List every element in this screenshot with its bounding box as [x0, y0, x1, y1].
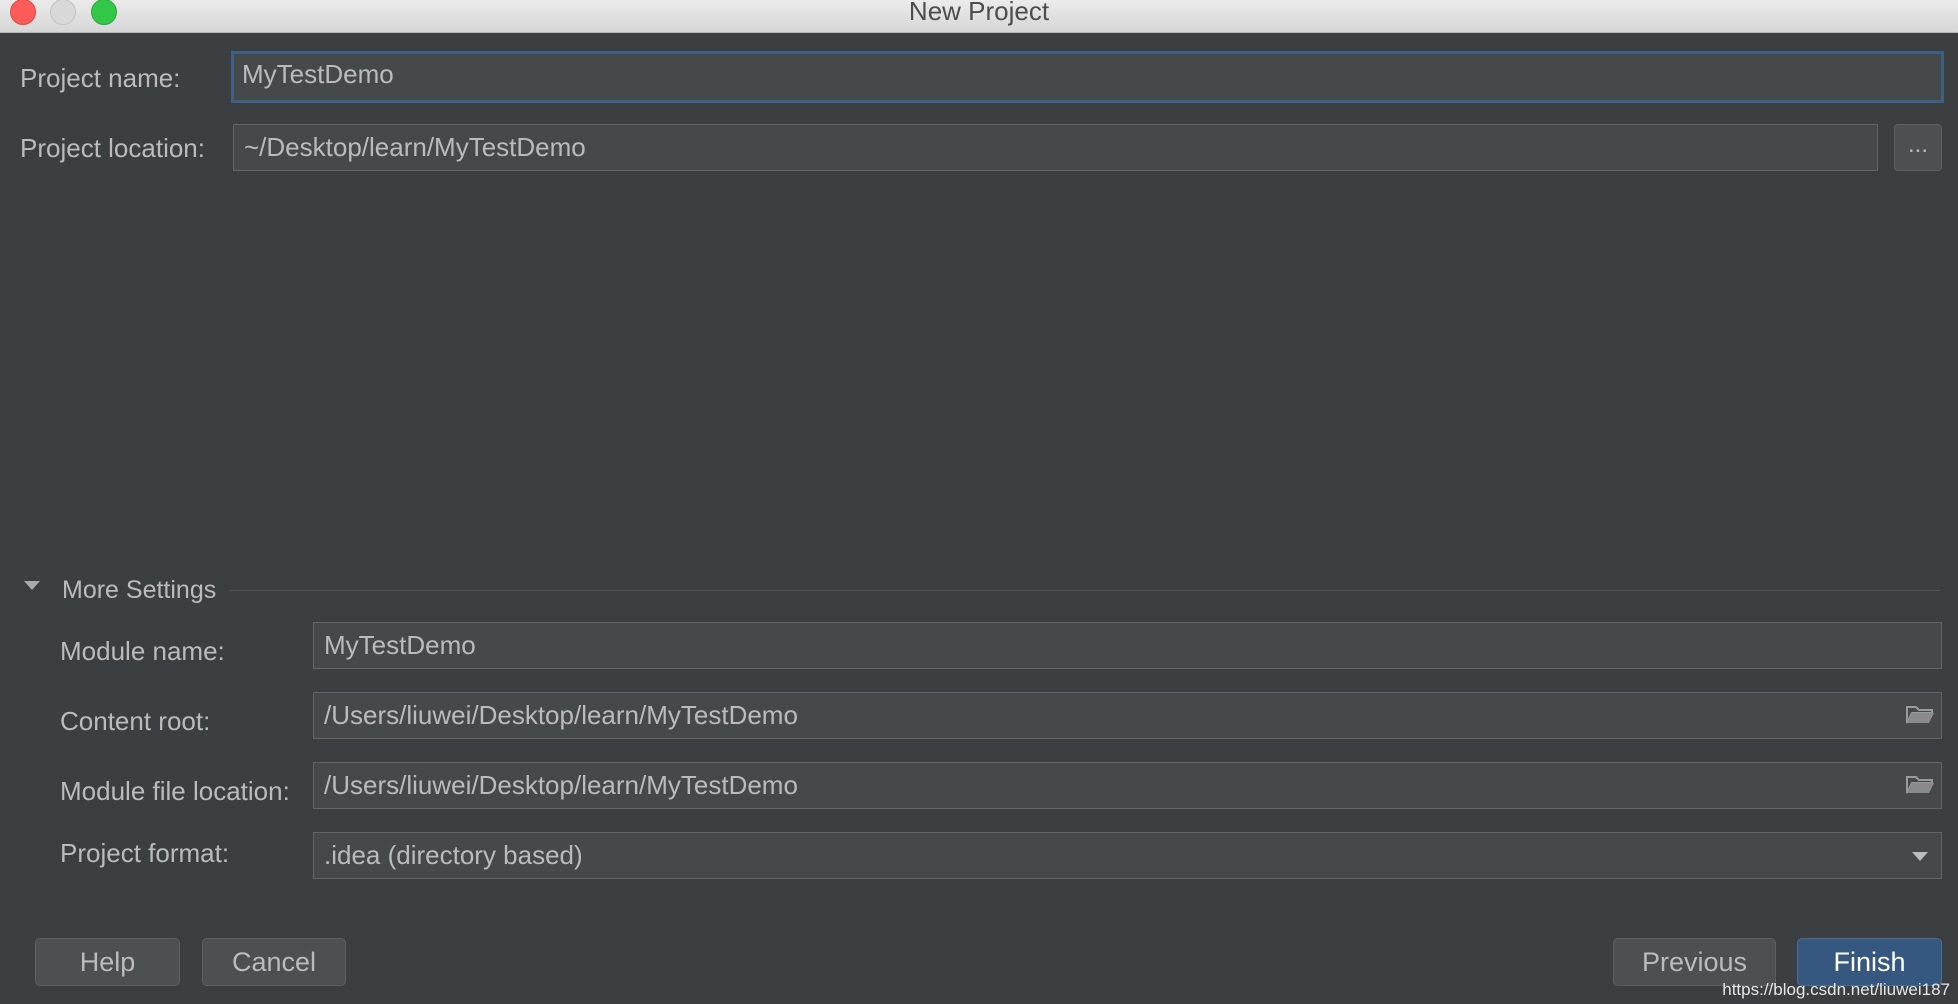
project-location-input[interactable]: ~/Desktop/learn/MyTestDemo — [233, 124, 1878, 171]
project-location-label: Project location: — [20, 133, 205, 163]
module-name-label: Module name: — [60, 636, 225, 666]
window-title: New Project — [908, 0, 1050, 26]
watermark: https://blog.csdn.net/liuwei187 — [1722, 980, 1950, 999]
project-name-input[interactable]: MyTestDemo — [231, 51, 1944, 103]
folder-icon[interactable] — [1905, 703, 1935, 727]
browse-location-button[interactable]: ... — [1894, 124, 1942, 171]
module-name-input[interactable]: MyTestDemo — [313, 622, 1942, 669]
content-root-label: Content root: — [60, 706, 211, 736]
project-name-value: MyTestDemo — [242, 59, 394, 89]
project-name-label: Project name: — [20, 63, 181, 93]
cancel-button[interactable]: Cancel — [202, 938, 346, 986]
triangle-down-icon[interactable] — [22, 576, 42, 596]
project-format-label: Project format: — [60, 838, 230, 868]
module-file-location-input[interactable]: /Users/liuwei/Desktop/learn/MyTestDemo — [313, 762, 1942, 809]
finish-button[interactable]: Finish — [1797, 938, 1942, 986]
title-bar: New Project — [0, 0, 1958, 33]
folder-icon[interactable] — [1905, 773, 1935, 797]
new-project-dialog: New Project Project name: MyTestDemo Pro… — [0, 0, 1958, 1004]
chevron-down-icon[interactable] — [1909, 845, 1931, 867]
project-location-value: ~/Desktop/learn/MyTestDemo — [244, 132, 586, 162]
more-settings-toggle[interactable]: More Settings — [62, 576, 216, 605]
section-divider — [230, 590, 1940, 591]
module-file-location-value: /Users/liuwei/Desktop/learn/MyTestDemo — [324, 770, 798, 800]
content-root-input[interactable]: /Users/liuwei/Desktop/learn/MyTestDemo — [313, 692, 1942, 739]
project-format-value: .idea (directory based) — [324, 840, 583, 870]
help-button[interactable]: Help — [35, 938, 180, 986]
module-file-location-label: Module file location: — [60, 776, 290, 806]
project-format-select[interactable]: .idea (directory based) — [313, 832, 1942, 879]
content-root-value: /Users/liuwei/Desktop/learn/MyTestDemo — [324, 700, 798, 730]
module-name-value: MyTestDemo — [324, 630, 476, 660]
previous-button[interactable]: Previous — [1613, 938, 1776, 986]
